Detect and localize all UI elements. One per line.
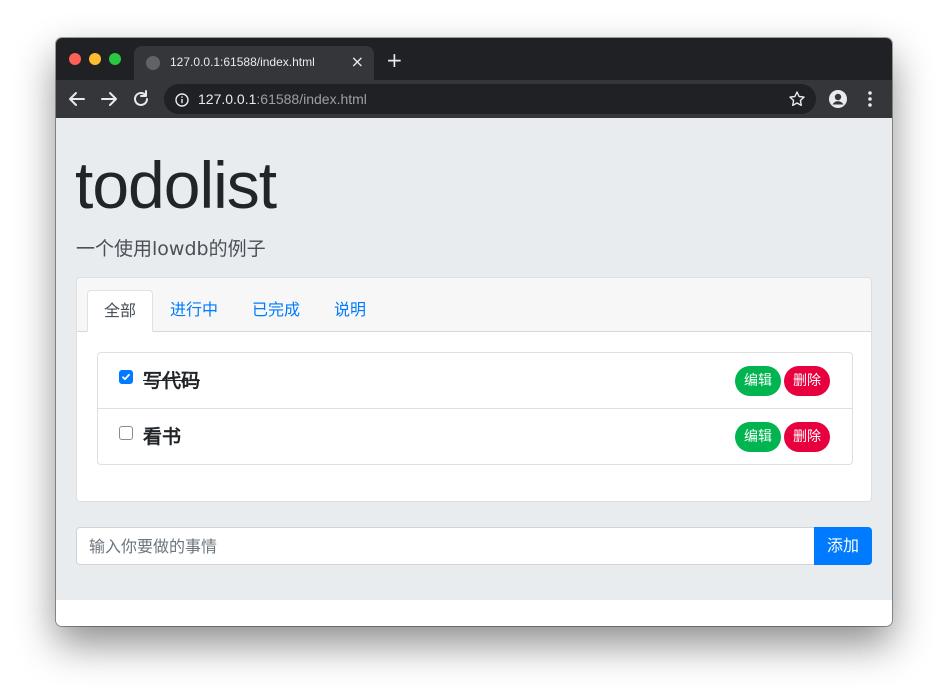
tab-instructions[interactable]: 说明 bbox=[318, 290, 382, 331]
browser-tab[interactable]: 127.0.0.1:61588/index.html × bbox=[134, 46, 374, 80]
zoom-window-button[interactable] bbox=[109, 53, 121, 65]
page-viewport: todolist 一个使用lowdb的例子 全部 进行中 已完成 说明 写代码 … bbox=[56, 118, 892, 626]
tab-title: 127.0.0.1:61588/index.html bbox=[170, 55, 315, 69]
info-icon[interactable] bbox=[175, 92, 189, 107]
tab-in-progress[interactable]: 进行中 bbox=[154, 290, 234, 331]
url-text: 127.0.0.1:61588/index.html bbox=[198, 91, 367, 107]
address-bar[interactable]: 127.0.0.1:61588/index.html bbox=[164, 84, 816, 114]
tab-all[interactable]: 全部 bbox=[87, 290, 154, 332]
star-icon[interactable] bbox=[788, 90, 806, 112]
todo-text: 看书 bbox=[143, 426, 182, 448]
done-checkbox[interactable] bbox=[119, 426, 133, 440]
jumbotron: todolist 一个使用lowdb的例子 全部 进行中 已完成 说明 写代码 … bbox=[56, 118, 892, 600]
list-item: 写代码 编辑 删除 bbox=[98, 353, 852, 409]
edit-button[interactable]: 编辑 bbox=[735, 366, 781, 396]
todo-card: 全部 进行中 已完成 说明 写代码 编辑 删除 看书 编辑 删除 bbox=[76, 277, 872, 502]
page-title: todolist bbox=[75, 148, 277, 222]
forward-icon[interactable] bbox=[98, 88, 120, 110]
add-todo-form: 添加 bbox=[76, 527, 872, 565]
done-checkbox[interactable] bbox=[119, 370, 133, 384]
page-subtitle: 一个使用lowdb的例子 bbox=[76, 238, 266, 260]
delete-button[interactable]: 删除 bbox=[784, 422, 830, 452]
todo-input[interactable] bbox=[76, 527, 815, 565]
browser-window: 127.0.0.1:61588/index.html × + 127.0.0.1… bbox=[56, 38, 892, 626]
profile-icon[interactable] bbox=[828, 89, 848, 113]
todo-text: 写代码 bbox=[143, 370, 201, 392]
list-item: 看书 编辑 删除 bbox=[98, 409, 852, 464]
url-path: /index.html bbox=[299, 91, 367, 107]
reload-icon[interactable] bbox=[130, 88, 152, 110]
url-host: 127.0.0.1 bbox=[198, 91, 257, 107]
add-button[interactable]: 添加 bbox=[814, 527, 872, 565]
close-window-button[interactable] bbox=[69, 53, 81, 65]
minimize-window-button[interactable] bbox=[89, 53, 101, 65]
new-tab-button[interactable]: + bbox=[386, 50, 403, 70]
todo-list: 写代码 编辑 删除 看书 编辑 删除 bbox=[97, 352, 853, 465]
delete-button[interactable]: 删除 bbox=[784, 366, 830, 396]
card-header: 全部 进行中 已完成 说明 bbox=[77, 278, 871, 332]
back-icon[interactable] bbox=[66, 88, 88, 110]
tab-completed[interactable]: 已完成 bbox=[236, 290, 316, 331]
browser-toolbar: 127.0.0.1:61588/index.html bbox=[56, 80, 892, 118]
globe-icon bbox=[146, 56, 160, 70]
tab-strip: 127.0.0.1:61588/index.html × + bbox=[56, 38, 892, 80]
menu-icon[interactable] bbox=[864, 89, 876, 113]
close-tab-icon[interactable]: × bbox=[351, 53, 364, 71]
url-port: :61588 bbox=[256, 91, 300, 107]
edit-button[interactable]: 编辑 bbox=[735, 422, 781, 452]
